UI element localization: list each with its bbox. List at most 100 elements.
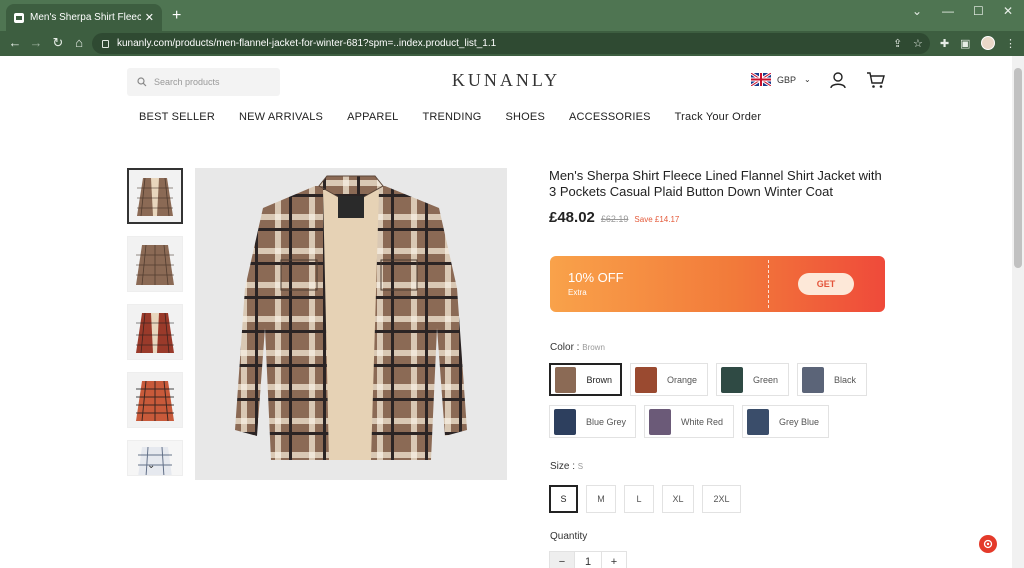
profile-avatar[interactable] — [981, 36, 995, 50]
size-option-2xl[interactable]: 2XL — [702, 485, 741, 513]
color-selected-value: Brown — [582, 343, 605, 352]
size-selected-value: S — [577, 462, 584, 471]
quantity-increase-button[interactable]: + — [601, 551, 627, 568]
lock-icon — [102, 39, 109, 48]
account-icon[interactable] — [829, 71, 847, 89]
size-option-s[interactable]: S — [549, 485, 578, 513]
currency-code: GBP — [777, 74, 797, 85]
tab-strip: Men's Sherpa Shirt Fleece Lined ✕ + ⌄ — … — [0, 0, 1024, 31]
home-icon[interactable]: ⌂ — [70, 35, 88, 50]
color-option-label: Brown — [586, 374, 612, 385]
share-icon[interactable]: ⇪ — [893, 37, 902, 50]
size-option-m[interactable]: M — [586, 485, 616, 513]
browser-window: Men's Sherpa Shirt Fleece Lined ✕ + ⌄ — … — [0, 0, 1024, 568]
uk-flag-icon — [751, 73, 771, 86]
coupon-divider — [768, 260, 769, 308]
color-option-white-red[interactable]: White Red — [644, 405, 734, 438]
page-scrollbar[interactable] — [1012, 56, 1024, 568]
color-swatch-image — [649, 408, 671, 435]
minimize-icon[interactable]: — — [942, 4, 954, 18]
product-main-image[interactable] — [195, 168, 507, 480]
cart-icon[interactable] — [866, 71, 886, 89]
price-row: £48.02 £62.19 Save £14.17 — [549, 209, 679, 226]
reload-icon[interactable]: ↻ — [49, 35, 67, 51]
color-option-label: Black — [834, 374, 857, 385]
site-logo[interactable]: KUNANLY — [400, 70, 612, 91]
size-label: Size : S — [550, 461, 583, 472]
quantity-stepper: − 1 + — [549, 551, 627, 568]
chat-support-icon[interactable] — [979, 535, 997, 553]
quantity-decrease-button[interactable]: − — [549, 551, 575, 568]
currency-selector[interactable]: GBP ⌄ — [751, 73, 811, 86]
close-window-icon[interactable]: ✕ — [1003, 4, 1013, 18]
color-swatch-image — [555, 366, 577, 393]
size-label-text: Size : — [550, 461, 576, 472]
color-swatch-image — [635, 366, 657, 393]
thumbnail-list — [127, 168, 183, 488]
maximize-icon[interactable]: ☐ — [973, 4, 984, 18]
menu-icon[interactable]: ⋮ — [1005, 37, 1016, 50]
color-option-black[interactable]: Black — [797, 363, 867, 396]
chevron-down-icon[interactable]: ⌄ — [147, 460, 155, 471]
back-icon[interactable]: ← — [6, 35, 24, 50]
tab-search-icon[interactable]: ⌄ — [912, 4, 922, 18]
scrollbar-thumb[interactable] — [1014, 68, 1022, 268]
address-bar[interactable]: kunanly.com/products/men-flannel-jacket-… — [92, 33, 930, 54]
side-panel-icon[interactable]: ▣ — [960, 37, 970, 50]
size-option-l[interactable]: L — [624, 485, 654, 513]
color-option-label: Orange — [667, 374, 698, 385]
color-option-label: Green — [753, 374, 779, 385]
current-price: £48.02 — [549, 209, 595, 226]
nav-item-trending[interactable]: TRENDING — [422, 111, 481, 123]
thumbnail-3[interactable] — [127, 304, 183, 360]
color-swatch-image — [721, 366, 743, 393]
site-favicon-icon — [14, 12, 24, 23]
nav-item-track-order[interactable]: Track Your Order — [675, 111, 762, 123]
forward-icon[interactable]: → — [27, 35, 45, 50]
color-option-brown[interactable]: Brown — [549, 363, 622, 396]
nav-item-new-arrivals[interactable]: NEW ARRIVALS — [239, 111, 323, 123]
extensions-icon[interactable]: ✚ — [940, 37, 949, 50]
search-input[interactable]: Search products — [127, 68, 280, 96]
chevron-down-icon: ⌄ — [804, 75, 811, 84]
quantity-label: Quantity — [550, 531, 588, 542]
color-option-label: Blue Grey — [586, 416, 627, 427]
coupon-percent: 10% OFF — [568, 270, 624, 285]
browser-toolbar: ← → ↻ ⌂ kunanly.com/products/men-flannel… — [0, 31, 1024, 56]
browser-tab[interactable]: Men's Sherpa Shirt Fleece Lined ✕ — [6, 4, 162, 31]
color-option-green[interactable]: Green — [716, 363, 789, 396]
thumbnail-2[interactable] — [127, 236, 183, 292]
nav-item-shoes[interactable]: SHOES — [505, 111, 545, 123]
color-swatch-image — [802, 366, 824, 393]
tab-close-icon[interactable]: ✕ — [145, 11, 154, 24]
color-option-label: White Red — [681, 416, 724, 427]
tab-title: Men's Sherpa Shirt Fleece Lined — [30, 12, 141, 23]
thumbnail-4[interactable] — [127, 372, 183, 428]
thumbnail-1[interactable] — [127, 168, 183, 224]
coupon-extra: Extra — [568, 288, 587, 297]
nav-item-best-seller[interactable]: BEST SELLER — [139, 111, 215, 123]
color-option-orange[interactable]: Orange — [630, 363, 708, 396]
size-option-xl[interactable]: XL — [662, 485, 694, 513]
get-coupon-button[interactable]: GET — [798, 273, 854, 295]
original-price: £62.19 — [600, 214, 629, 224]
quantity-input[interactable]: 1 — [575, 551, 601, 568]
color-label-text: Color : — [550, 342, 580, 353]
new-tab-icon[interactable]: + — [172, 8, 181, 24]
color-option-grey-blue[interactable]: Grey Blue — [742, 405, 829, 438]
color-label: Color : Brown — [550, 342, 605, 353]
web-page: Search products KUNANLY GBP ⌄ BEST SELLE… — [0, 56, 1012, 568]
search-icon — [137, 77, 147, 87]
color-swatch-image — [747, 408, 769, 435]
nav-item-accessories[interactable]: ACCESSORIES — [569, 111, 651, 123]
savings-text: Save £14.17 — [634, 215, 680, 224]
main-nav: BEST SELLER NEW ARRIVALS APPAREL TRENDIN… — [139, 111, 785, 123]
color-swatch-image — [554, 408, 576, 435]
url-text: kunanly.com/products/men-flannel-jacket-… — [117, 38, 497, 49]
nav-item-apparel[interactable]: APPAREL — [347, 111, 398, 123]
color-option-label: Grey Blue — [779, 416, 820, 427]
color-option-blue-grey[interactable]: Blue Grey — [549, 405, 636, 438]
product-title: Men's Sherpa Shirt Fleece Lined Flannel … — [549, 168, 882, 199]
coupon-banner: 10% OFF Extra GET — [550, 256, 885, 312]
bookmark-star-icon[interactable]: ☆ — [913, 37, 923, 50]
